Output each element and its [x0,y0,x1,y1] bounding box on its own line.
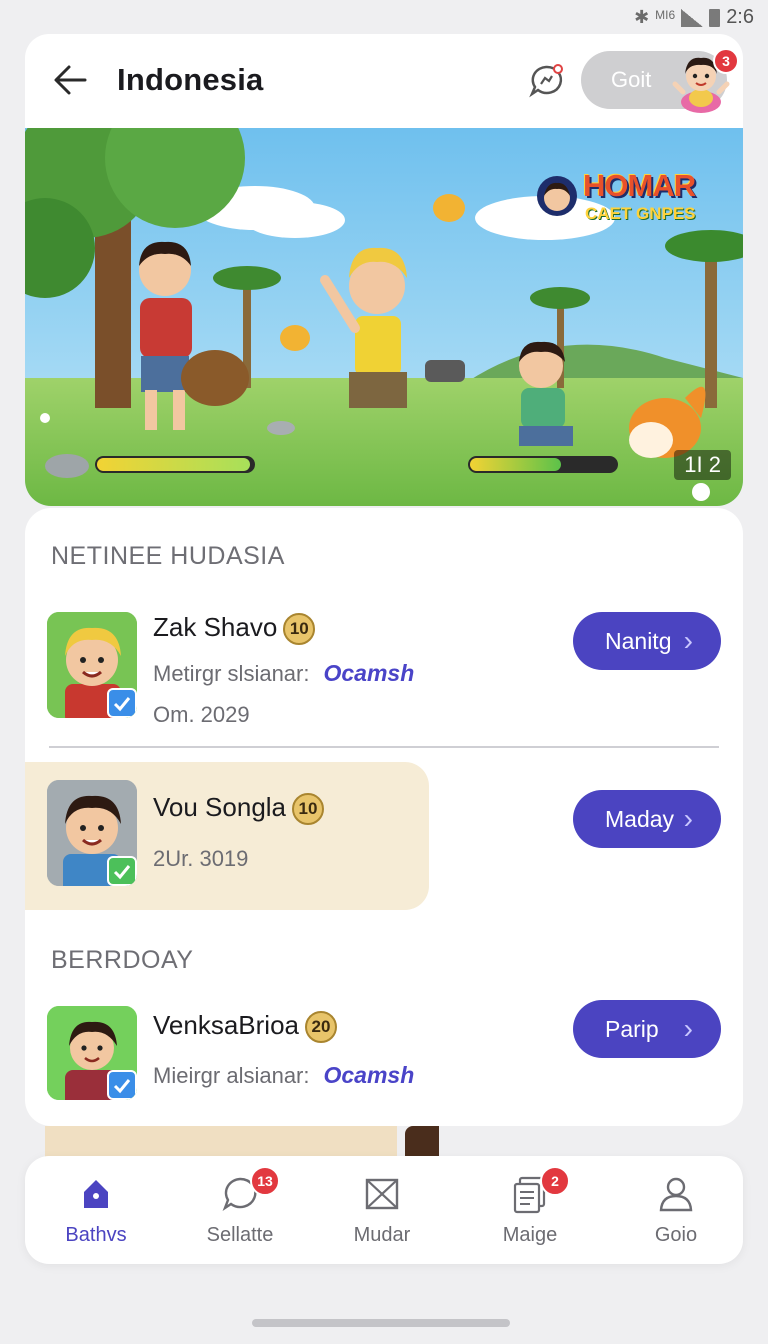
section-title-1: NETINEE HUDASIA [51,542,285,570]
logo-subtitle: CAET GNPES [585,204,696,223]
action-button[interactable]: Parip › [573,1000,721,1058]
player-list-card: NETINEE HUDASIA Zak Shavo 10 Metirgr slsi… [25,508,743,1126]
nav-badge: 13 [250,1166,280,1196]
nav-item-goio[interactable]: Goio [616,1156,736,1264]
chat-button[interactable] [527,62,565,100]
logo-avatar-icon [537,176,577,216]
emoji-face-icon: 20 [304,1011,337,1044]
avatar [47,612,137,718]
brand-label: Ocamsh [323,1062,415,1088]
emoji-face-icon: 10 [292,793,325,826]
logo-title: HOMAR [583,168,696,203]
player-date: 2Ur. 3019 [153,846,249,871]
chevron-right-icon: › [683,803,693,834]
top-header: Indonesia Goit 3 [25,34,743,128]
status-time: 2:6 [726,6,754,28]
score-label: 1I 2 [674,450,731,480]
list-item[interactable]: VenksaBrioa 20 Mieirgr alsianar: Ocamsh Pa… [25,1000,743,1106]
emoji-face-icon: 10 [283,613,316,646]
list-item[interactable]: Vou Songla 10 2Ur. 3019 Maday › [25,780,743,890]
network-label: MI6 [655,7,676,22]
game-banner[interactable]: HOMAR CAET GNPES 1I 2 [25,128,743,506]
section-title-2: BERRDOAY [51,946,194,974]
brand-label: Ocamsh [323,660,415,686]
nav-item-maige[interactable]: 2 Maige [470,1156,590,1264]
back-button[interactable] [51,62,91,98]
nav-label: Bathvs [65,1224,127,1246]
nav-label: Goio [654,1224,698,1246]
player-subtitle: Metirgr slsianar: Ocamsh [153,660,415,686]
avatar [47,1006,137,1100]
action-button[interactable]: Maday › [573,790,721,848]
signal-icon [681,8,704,27]
nav-item-bathvs[interactable]: Bathvs [36,1156,156,1264]
player-name: Vou Songla 10 [153,792,325,826]
nav-item-sellatte[interactable]: 13 Sellatte [180,1156,300,1264]
profile-icon [659,1177,693,1212]
verified-icon [107,688,137,718]
nav-badge: 2 [540,1166,570,1196]
verified-icon [107,856,137,886]
bluetooth-icon: ✱ [634,7,650,27]
left-health-bar [95,456,255,473]
nav-label: Mudar [353,1224,411,1246]
player-name: VenksaBrioa 20 [153,1010,337,1044]
home-icon [84,1180,108,1208]
nav-label: Maige [502,1224,558,1246]
battery-icon [709,8,721,27]
verified-icon [107,1070,137,1100]
player-subtitle: Mieirgr alsianar: Ocamsh [153,1062,415,1088]
nav-item-mudar[interactable]: Mudar [322,1156,442,1264]
back-arrow-icon [54,65,87,95]
mail-icon [365,1178,399,1210]
right-health-bar [468,456,618,473]
home-indicator[interactable] [252,1319,510,1327]
avatar-badge: 3 [713,48,739,74]
nav-label: Sellatte [206,1224,274,1246]
chevron-right-icon: › [683,1013,693,1044]
list-item[interactable]: Zak Shavo 10 Metirgr slsianar: Ocamsh Om. … [25,612,743,732]
player-name: Zak Shavo 10 [153,612,316,646]
game-logo: HOMAR CAET GNPES [535,164,725,234]
bottom-navigation: Bathvs 13 Sellatte Mudar 2 Maige Goio [25,1156,743,1264]
divider [49,746,719,748]
player-date: Om. 2029 [153,702,250,727]
action-button[interactable]: Nanitg › [573,612,721,670]
chat-notification-dot [553,64,563,74]
avatar [47,780,137,886]
chevron-right-icon: › [683,625,693,656]
status-bar: ✱ MI6 2:6 [0,0,768,34]
page-title: Indonesia [117,62,264,97]
